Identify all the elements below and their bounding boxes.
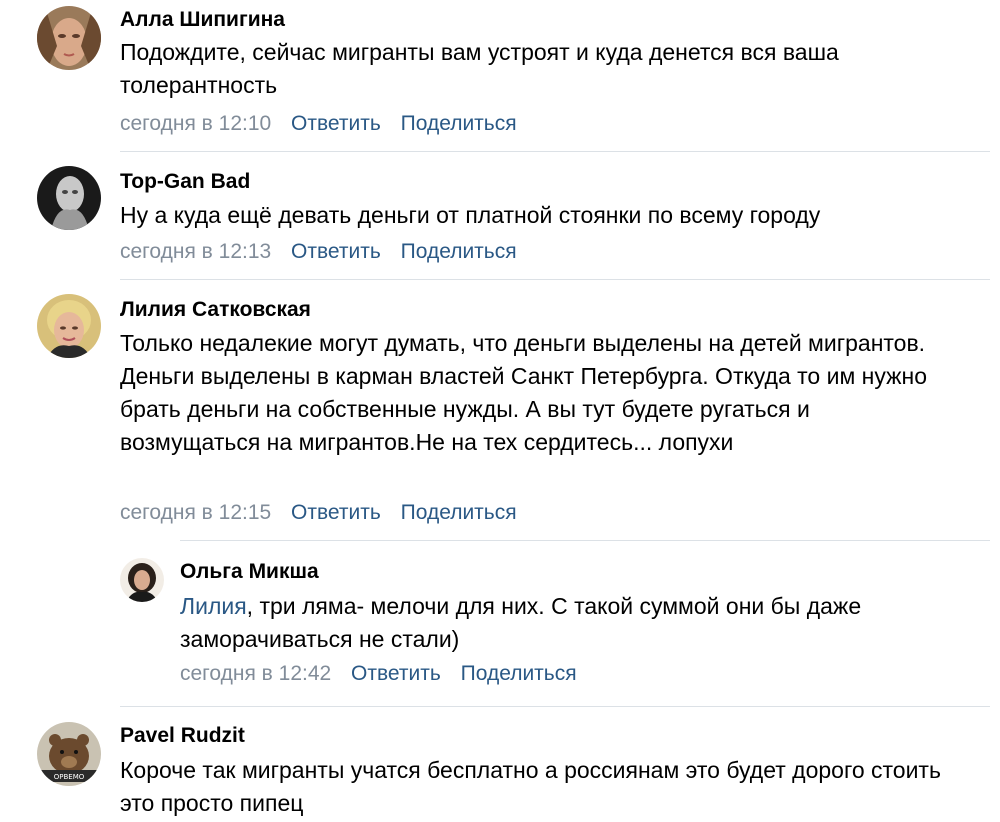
comment-author[interactable]: Лилия Сатковская [120, 298, 311, 322]
comment-meta: сегодня в 12:15 Ответить Поделиться [120, 501, 531, 525]
reply-button[interactable]: Ответить [291, 240, 381, 263]
divider [120, 706, 990, 707]
reply-button[interactable]: Ответить [351, 662, 441, 685]
comment-time: сегодня в 12:15 [120, 501, 272, 524]
avatar-caption: ОРВЕМО [54, 773, 85, 781]
comment-time: сегодня в 12:42 [180, 662, 332, 685]
share-button[interactable]: Поделиться [401, 501, 517, 524]
share-button[interactable]: Поделиться [401, 240, 517, 263]
comment-author[interactable]: Pavel Rudzit [120, 724, 245, 748]
avatar[interactable] [120, 558, 164, 602]
comment-author[interactable]: Top-Gan Bad [120, 170, 250, 194]
comment-time: сегодня в 12:13 [120, 240, 272, 263]
comment-meta: сегодня в 12:10 Ответить Поделиться [120, 112, 531, 136]
comment-meta: сегодня в 12:13 Ответить Поделиться [120, 240, 531, 264]
share-button[interactable]: Поделиться [461, 662, 577, 685]
divider [120, 151, 990, 152]
mention-link[interactable]: Лилия [180, 593, 247, 619]
share-button[interactable]: Поделиться [401, 112, 517, 135]
avatar[interactable] [37, 294, 101, 358]
avatar[interactable]: ОРВЕМО [37, 722, 101, 786]
comment-text: Лилия, три ляма- мелочи для них. С такой… [180, 590, 960, 656]
reply-button[interactable]: Ответить [291, 501, 381, 524]
comment-text-body: , три ляма- мелочи для них. С такой сумм… [180, 593, 862, 652]
reply-button[interactable]: Ответить [291, 112, 381, 135]
divider [120, 279, 990, 280]
comment-text: Подождите, сейчас мигранты вам устроят и… [120, 39, 839, 98]
comment-meta: сегодня в 12:42 Ответить Поделиться [180, 662, 591, 686]
avatar[interactable] [37, 166, 101, 230]
comment-text: Короче так мигранты учатся бесплатно а р… [120, 757, 941, 816]
comment-author[interactable]: Алла Шипигина [120, 8, 285, 32]
comment-time: сегодня в 12:10 [120, 112, 272, 135]
comment-text: Только недалекие могут думать, что деньг… [120, 330, 927, 455]
divider [180, 540, 990, 541]
comment-author[interactable]: Ольга Микша [180, 560, 319, 584]
avatar[interactable] [37, 6, 101, 70]
comment-text: Ну а куда ещё девать деньги от платной с… [120, 202, 821, 228]
